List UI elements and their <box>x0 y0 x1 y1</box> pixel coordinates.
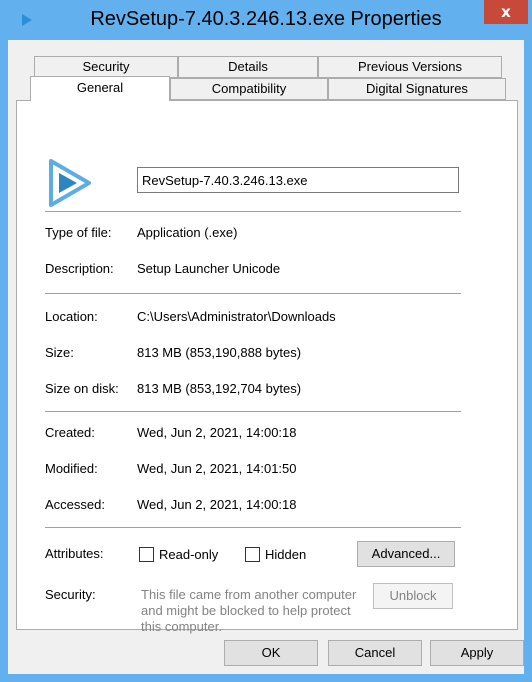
created-label: Created: <box>45 425 95 440</box>
separator <box>45 293 461 294</box>
close-button[interactable]: x <box>484 0 528 24</box>
dialog-client-area: Security Details Previous Versions Gener… <box>8 40 524 674</box>
separator <box>45 211 461 212</box>
description-label: Description: <box>45 261 114 276</box>
file-name-field[interactable]: RevSetup-7.40.3.246.13.exe <box>137 167 459 193</box>
tab-security[interactable]: Security <box>34 56 178 78</box>
description-value: Setup Launcher Unicode <box>137 261 281 276</box>
title-bar[interactable]: RevSetup-7.40.3.246.13.exe Properties x <box>0 0 532 40</box>
separator <box>45 411 461 412</box>
attributes-label: Attributes: <box>45 546 104 561</box>
tab-details[interactable]: Details <box>178 56 318 78</box>
type-of-file-label: Type of file: <box>45 225 112 240</box>
general-tab-panel: RevSetup-7.40.3.246.13.exe Type of file:… <box>16 100 518 634</box>
tab-general[interactable]: General <box>30 76 170 101</box>
separator <box>45 527 461 528</box>
location-label: Location: <box>45 309 98 324</box>
modified-label: Modified: <box>45 461 98 476</box>
type-of-file-value: Application (.exe) <box>137 225 238 240</box>
tab-digital-signatures[interactable]: Digital Signatures <box>328 78 506 100</box>
tab-previous-versions[interactable]: Previous Versions <box>318 56 502 78</box>
security-message: This file came from another computer and… <box>141 587 357 634</box>
tab-compatibility[interactable]: Compatibility <box>170 78 328 100</box>
read-only-label[interactable]: Read-only <box>159 547 218 562</box>
size-on-disk-label: Size on disk: <box>45 381 119 396</box>
cancel-button[interactable]: Cancel <box>328 640 422 666</box>
properties-window: RevSetup-7.40.3.246.13.exe Properties x … <box>0 0 532 682</box>
size-on-disk-value: 813 MB (853,192,704 bytes) <box>137 381 302 396</box>
accessed-value: Wed, Jun 2, 2021, 14:00:18 <box>137 497 297 512</box>
size-label: Size: <box>45 345 74 360</box>
ok-button[interactable]: OK <box>224 640 318 666</box>
location-value: C:\Users\Administrator\Downloads <box>137 309 336 324</box>
accessed-label: Accessed: <box>45 497 105 512</box>
apply-button[interactable]: Apply <box>430 640 524 666</box>
created-value: Wed, Jun 2, 2021, 14:00:18 <box>137 425 297 440</box>
hidden-label[interactable]: Hidden <box>265 547 306 562</box>
size-value: 813 MB (853,190,888 bytes) <box>137 345 302 360</box>
advanced-button[interactable]: Advanced... <box>357 541 455 567</box>
modified-value: Wed, Jun 2, 2021, 14:01:50 <box>137 461 297 476</box>
read-only-checkbox[interactable] <box>139 547 154 562</box>
hidden-checkbox[interactable] <box>245 547 260 562</box>
security-label: Security: <box>45 587 96 602</box>
play-arrow-icon <box>49 159 91 207</box>
window-title: RevSetup-7.40.3.246.13.exe Properties <box>90 8 442 30</box>
unblock-button[interactable]: Unblock <box>373 583 453 609</box>
